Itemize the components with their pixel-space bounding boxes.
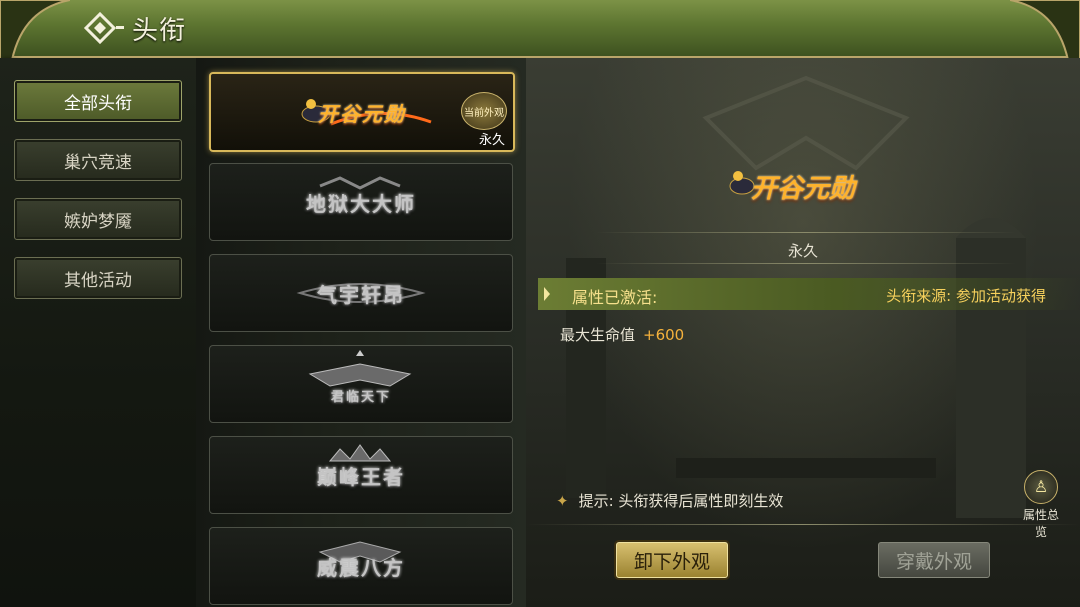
attribute-status-label: 属性已激活: bbox=[572, 288, 658, 307]
stat-value: +600 bbox=[643, 326, 685, 344]
title-item[interactable]: 气宇轩昂 bbox=[209, 254, 513, 332]
title-source-label: 头衔来源: 参加活动获得 bbox=[886, 287, 1046, 305]
tip-text: ✦ 提示: 头衔获得后属性即刻生效 bbox=[556, 490, 783, 511]
stat-row: 最大生命值 +600 bbox=[560, 324, 684, 345]
current-appearance-badge: 当前外观 bbox=[461, 92, 507, 130]
title-duration: 永久 bbox=[478, 133, 505, 148]
title-item[interactable]: 君临天下 bbox=[209, 345, 513, 423]
selected-title-name: 开谷元勋 bbox=[750, 174, 855, 204]
sidebar-item-other-events[interactable]: 其他活动 bbox=[14, 257, 182, 299]
chevron-right-icon bbox=[544, 287, 550, 301]
sidebar-item-envy-nightmare[interactable]: 嫉妒梦魇 bbox=[14, 198, 182, 240]
title-name: 气宇轩昂 bbox=[317, 283, 405, 307]
category-sidebar: 全部头衔 巢穴竞速 嫉妒梦魇 其他活动 bbox=[0, 58, 197, 607]
back-arrow-icon[interactable] bbox=[82, 8, 128, 48]
winged-crest-icon bbox=[308, 350, 412, 387]
header-bar: 头衔 bbox=[0, 0, 1080, 60]
attribute-overview-button[interactable]: ♙ 属性总览 bbox=[1018, 470, 1064, 540]
badge-label: 当前外观 bbox=[464, 107, 504, 119]
figure-icon: ♙ bbox=[1024, 470, 1058, 504]
attribute-status-bar: 属性已激活: 头衔来源: 参加活动获得 bbox=[538, 278, 1080, 310]
title-item[interactable]: 地狱大大师 bbox=[209, 163, 513, 241]
tip-label: 提示: 头衔获得后属性即刻生效 bbox=[578, 492, 784, 510]
sidebar-item-label: 其他活动 bbox=[64, 270, 132, 291]
divider bbox=[596, 232, 1016, 233]
equip-appearance-button[interactable]: 穿戴外观 bbox=[878, 542, 990, 578]
page-title: 头衔 bbox=[132, 15, 187, 46]
sidebar-item-nest-race[interactable]: 巢穴竞速 bbox=[14, 139, 182, 181]
title-name: 君临天下 bbox=[330, 390, 391, 405]
unequip-appearance-button[interactable]: 卸下外观 bbox=[616, 542, 728, 578]
sidebar-item-label: 嫉妒梦魇 bbox=[64, 211, 132, 232]
title-name: 巅峰王者 bbox=[317, 465, 405, 489]
sidebar-item-all-titles[interactable]: 全部头衔 bbox=[14, 80, 182, 122]
selected-title-duration: 永久 bbox=[787, 242, 818, 260]
sidebar-item-label: 巢穴竞速 bbox=[64, 152, 132, 173]
corner-ornament-right bbox=[1010, 0, 1080, 60]
title-detail-panel: 开谷元勋 永久 属性已激活: 头衔来源: 参加活动获得 最大生命值 +600 ✦ 提… bbox=[526, 58, 1080, 607]
stat-label: 最大生命值 bbox=[560, 326, 636, 344]
title-list: 开谷元勋 当前外观 永久 地狱大大师 气宇轩昂 君临天下 巅峰王者 威震八方 bbox=[196, 58, 526, 607]
title-item-selected[interactable]: 开谷元勋 当前外观 永久 bbox=[209, 72, 515, 152]
title-item[interactable]: 威震八方 bbox=[209, 527, 513, 605]
sidebar-item-label: 全部头衔 bbox=[64, 93, 132, 114]
attribute-overview-label: 属性总览 bbox=[1022, 508, 1059, 539]
title-name: 地狱大大师 bbox=[306, 192, 416, 216]
divider bbox=[596, 263, 1016, 264]
title-item[interactable]: 巅峰王者 bbox=[209, 436, 513, 514]
title-name: 威震八方 bbox=[317, 556, 405, 580]
divider bbox=[526, 524, 1080, 525]
corner-ornament-left bbox=[0, 0, 70, 60]
sparkle-icon: ✦ bbox=[556, 492, 569, 510]
